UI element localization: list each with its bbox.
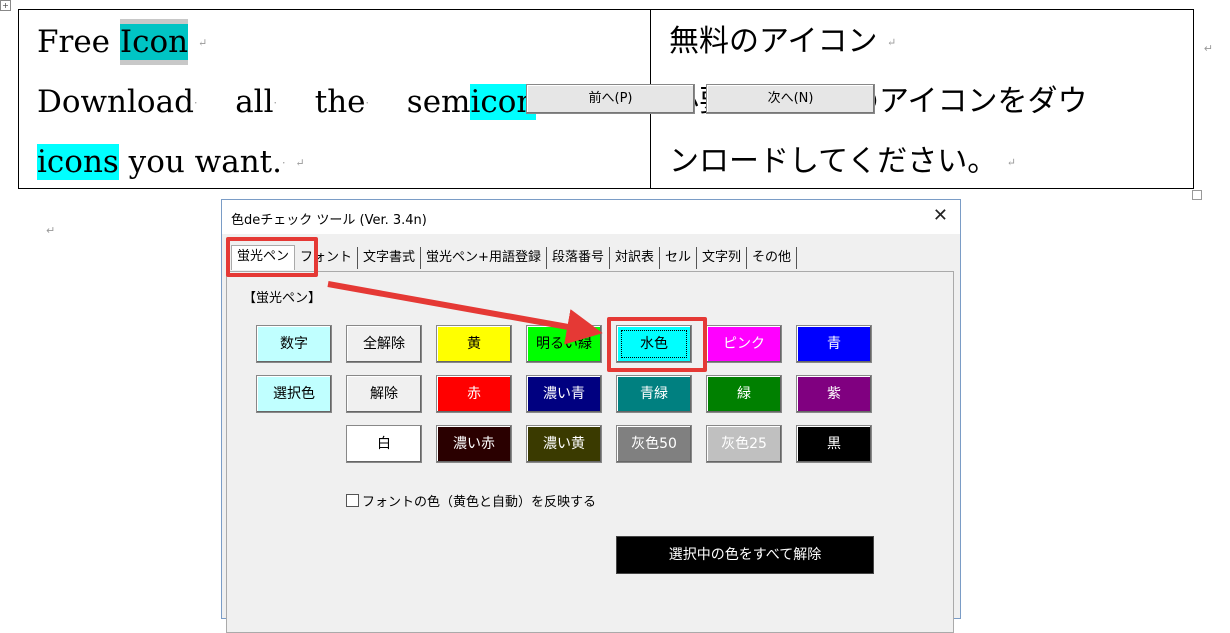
dark-red-button[interactable]: 濃い赤 (436, 425, 512, 463)
font-color-option[interactable]: フォントの色（黄色と自動）を反映する (346, 491, 596, 510)
table-resize-handle[interactable] (1192, 190, 1202, 200)
word-the: the (314, 84, 366, 120)
text-free: Free (37, 24, 120, 60)
font-color-checkbox[interactable] (346, 494, 359, 507)
red-button[interactable]: 赤 (436, 375, 512, 413)
yellow-button[interactable]: 黄 (436, 325, 512, 363)
tab-translation-table[interactable]: 対訳表 (610, 247, 660, 269)
space-mark: · (281, 156, 286, 170)
japanese-text-3: ンロードしてください。 (669, 144, 998, 179)
bright-green-button[interactable]: 明るい緑 (526, 325, 602, 363)
font-color-checkbox-label: フォントの色（黄色と自動）を反映する (362, 495, 597, 510)
dark-yellow-button[interactable]: 濃い黄 (526, 425, 602, 463)
table-move-handle[interactable]: + (0, 0, 11, 11)
japanese-line-1: 無料のアイコン ↵ (669, 20, 896, 64)
english-line-1: Free Icon ↵ (37, 20, 207, 64)
gray25-button[interactable]: 灰色25 (706, 425, 782, 463)
end-of-line-mark: ↵ (1006, 156, 1016, 169)
end-of-line-mark: ↵ (887, 36, 897, 49)
dialog-titlebar[interactable]: 色deチェック ツール (Ver. 3.4n) ✕ (222, 200, 960, 234)
english-line-3: icons you want.· ↵ (37, 140, 305, 184)
black-button[interactable]: 黒 (796, 425, 872, 463)
word-all: all (235, 84, 274, 120)
close-icon[interactable]: ✕ (933, 206, 948, 226)
end-of-line-mark: ↵ (295, 156, 305, 170)
clear-all-button[interactable]: 全解除 (346, 325, 422, 363)
space-mark: · (365, 96, 370, 110)
row-end-mark: ↵ (1203, 42, 1213, 55)
tab-paragraph-numbering[interactable]: 段落番号 (547, 247, 610, 269)
tab-text-format[interactable]: 文字書式 (358, 247, 422, 269)
selected-color-button[interactable]: 選択色 (256, 375, 332, 413)
tab-highlight-annotation (226, 237, 318, 277)
violet-button[interactable]: 紫 (796, 375, 872, 413)
highlighted-word-icon: Icon (119, 24, 189, 60)
word-sem: sem (406, 84, 471, 120)
clear-button[interactable]: 解除 (346, 375, 422, 413)
space-mark: · (193, 96, 198, 110)
dialog-title: 色deチェック ツール (Ver. 3.4n) (231, 213, 427, 228)
gray50-button[interactable]: 灰色50 (616, 425, 692, 463)
clear-selected-colors-button[interactable]: 選択中の色をすべて解除 (616, 536, 874, 574)
space-mark: · (273, 96, 278, 110)
teal-button[interactable]: 青緑 (616, 375, 692, 413)
end-of-line-mark: ↵ (197, 36, 208, 50)
paragraph-mark: ↵ (46, 224, 56, 237)
highlighted-word-icons: icons (37, 144, 119, 180)
tab-cell[interactable]: セル (660, 247, 697, 269)
button-highlight-annotation (607, 317, 707, 372)
tab-string[interactable]: 文字列 (697, 247, 748, 269)
next-button[interactable]: 次へ(N) (706, 84, 875, 114)
prev-button[interactable]: 前へ(P) (526, 84, 695, 114)
word-download: Download (37, 84, 194, 120)
blue-button[interactable]: 青 (796, 325, 872, 363)
green-button[interactable]: 緑 (706, 375, 782, 413)
text-you-want: you want. (118, 144, 282, 180)
tab-other[interactable]: その他 (747, 247, 798, 269)
pink-button[interactable]: ピンク (706, 325, 782, 363)
digits-button[interactable]: 数字 (256, 325, 332, 363)
japanese-line-3: ンロードしてください。 ↵ (669, 140, 1016, 184)
japanese-text-1: 無料のアイコン (669, 24, 878, 59)
tab-highlighter-term-registration[interactable]: 蛍光ペン+用語登録 (421, 247, 547, 269)
panel-label: 【蛍光ペン】 (243, 291, 322, 306)
dark-blue-button[interactable]: 濃い青 (526, 375, 602, 413)
white-button[interactable]: 白 (346, 425, 422, 463)
